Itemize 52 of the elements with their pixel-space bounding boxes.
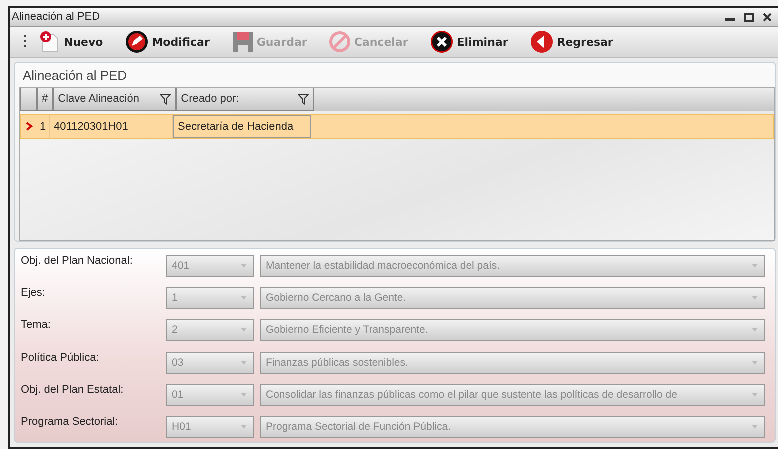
- description-dropdown[interactable]: Mantener la estabilidad macroeconómica del país.: [260, 255, 765, 277]
- filter-icon[interactable]: [160, 94, 172, 104]
- description-dropdown[interactable]: Gobierno Cercano a la Gente.: [260, 287, 765, 310]
- toolbar-button[interactable]: Eliminar: [422, 28, 518, 56]
- column-header[interactable]: Creado por:: [176, 88, 314, 111]
- maximize-icon[interactable]: [744, 12, 754, 22]
- dropdown-arrow-icon: [241, 328, 247, 332]
- dropdown-arrow-icon: [241, 296, 247, 300]
- toolbar-button[interactable]: Regresar: [522, 28, 624, 56]
- panel-title: Alineación al PED: [22, 67, 128, 85]
- field-label: Obj. del Plan Estatal:: [21, 384, 125, 396]
- toolbar-button[interactable]: Nuevo: [31, 28, 114, 56]
- table-cell: 401120301H01: [50, 115, 173, 138]
- field-label: Política Pública:: [21, 352, 100, 364]
- dropdown-arrow-icon: [241, 360, 247, 365]
- grip-icon: [24, 34, 27, 50]
- field-label: Ejes:: [21, 287, 46, 300]
- table-row[interactable]: 1 401120301H01 Secretaría de Hacienda: [20, 114, 774, 139]
- close-icon[interactable]: [763, 12, 772, 22]
- code-dropdown[interactable]: 1: [166, 287, 254, 310]
- dropdown-arrow-icon: [752, 360, 758, 365]
- chevron-right-icon: [26, 122, 33, 131]
- code-dropdown[interactable]: H01: [166, 416, 254, 438]
- new-document-icon: [39, 31, 61, 53]
- field-label: Obj. del Plan Nacional:: [21, 255, 134, 267]
- dropdown-arrow-icon: [752, 392, 758, 397]
- dropdown-arrow-icon: [241, 424, 247, 429]
- window-title: Alineación al PED: [12, 11, 100, 23]
- field-label: Tema:: [21, 319, 52, 332]
- dropdown-arrow-icon: [752, 424, 758, 429]
- description-dropdown[interactable]: Consolidar las finanzas públicas como el pilar que sustente las políticas de desarrollo de: [260, 384, 765, 406]
- toolbar-button[interactable]: Modificar: [117, 28, 220, 56]
- code-dropdown[interactable]: 401: [166, 255, 254, 277]
- column-header[interactable]: #: [37, 88, 54, 111]
- pencil-icon: [125, 30, 150, 54]
- description-dropdown[interactable]: Finanzas públicas sostenibles.: [260, 352, 765, 374]
- table-cell: 1: [38, 115, 50, 138]
- field-label: Programa Sectorial:: [21, 416, 120, 428]
- prohibited-icon: [329, 31, 352, 53]
- dropdown-arrow-icon: [752, 296, 758, 300]
- delete-icon: [430, 30, 454, 54]
- table-cell: Secretaría de Hacienda: [173, 115, 311, 138]
- header-cell: [20, 88, 37, 111]
- code-dropdown[interactable]: 01: [166, 384, 254, 406]
- description-dropdown[interactable]: Gobierno Eficiente y Transparente.: [260, 319, 765, 342]
- filter-icon[interactable]: [298, 94, 310, 104]
- description-dropdown[interactable]: Programa Sectorial de Función Pública.: [260, 416, 765, 438]
- code-dropdown[interactable]: 03: [166, 352, 254, 374]
- dropdown-arrow-icon: [752, 328, 758, 332]
- column-header[interactable]: Clave Alineación: [53, 88, 176, 111]
- code-dropdown[interactable]: 2: [166, 319, 254, 342]
- dropdown-arrow-icon: [241, 392, 247, 397]
